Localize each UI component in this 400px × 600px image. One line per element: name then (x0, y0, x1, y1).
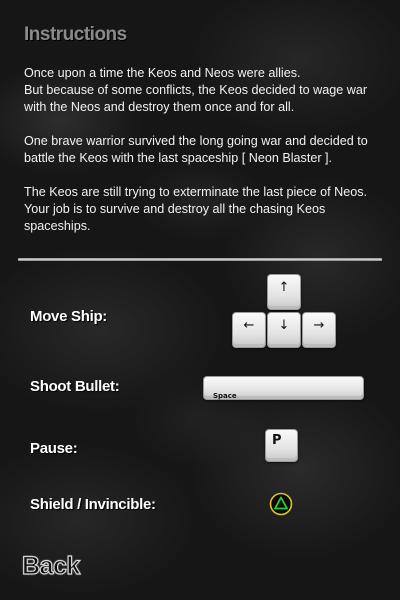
right-arrow-key: → (302, 312, 336, 348)
story-paragraph-1: Once upon a time the Keos and Neos were … (24, 66, 368, 114)
story-paragraph-2: One brave warrior survived the long goin… (24, 134, 368, 165)
space-key-label: Space (213, 392, 237, 400)
move-ship-label: Move Ship: (30, 308, 108, 325)
p-key: P (265, 429, 298, 462)
pause-label: Pause: (30, 440, 78, 457)
p-key-label: P (272, 433, 282, 448)
triangle-button-icon (269, 492, 293, 516)
story-paragraph-3: The Keos are still trying to exterminate… (24, 185, 367, 233)
left-arrow-key: ← (232, 312, 266, 348)
up-arrow-key: ↑ (267, 274, 301, 310)
up-arrow-icon: ↑ (278, 280, 290, 295)
left-arrow-icon: ← (243, 318, 255, 333)
right-arrow-icon: → (313, 318, 325, 333)
story-text: Once upon a time the Keos and Neos were … (24, 65, 389, 252)
shield-label: Shield / Invincible: (30, 496, 156, 513)
down-arrow-icon: ↓ (278, 318, 290, 333)
down-arrow-key: ↓ (267, 312, 301, 348)
shoot-bullet-label: Shoot Bullet: (30, 378, 120, 395)
divider (18, 258, 382, 261)
space-key: Space (203, 376, 364, 400)
page-title: Instructions (24, 24, 127, 45)
back-button[interactable]: Back (21, 551, 80, 581)
